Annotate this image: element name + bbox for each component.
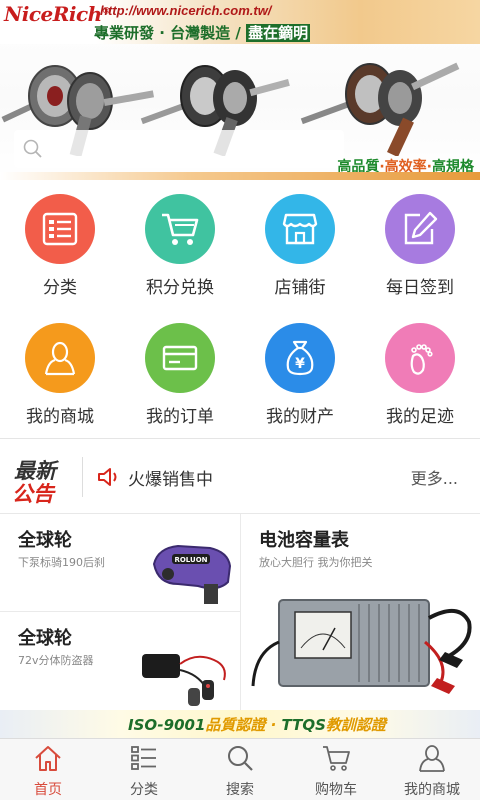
banner-slogan: 專業研發 · 台灣製造 / 盡在鏑明 [94,24,311,42]
tab-category[interactable]: 分类 [96,739,192,800]
feature-grid: 分类 积分兑换 店铺街 每日签到 我的商城 我的订单 ¥ 我的财产 我的足迹 [0,180,480,438]
brake-caliper-image: ROLUON [152,544,232,604]
certification-banner[interactable]: ISO-9001品質認證 · TTQS教訓認證 [0,710,480,738]
money-bag-icon: ¥ [286,340,314,376]
product-title: 全球轮 [18,530,72,551]
anti-theft-device-image [142,654,226,706]
bottom-tab-bar: 首页 分类 搜索 购物车 我的商城 [0,738,480,800]
tab-label: 搜索 [226,782,254,798]
shop-icon [282,213,318,245]
grid-item-my-mall[interactable]: 我的商城 [0,309,120,438]
grid-label: 每日签到 [386,278,454,298]
promo-banner[interactable]: NiceRich® http://www.nicerich.com.tw/ 專業… [0,0,480,180]
grid-item-points-exchange[interactable]: 积分兑换 [120,180,240,309]
grid-icon-bg [25,323,95,393]
grid-label: 我的财产 [266,407,334,427]
tab-cart[interactable]: 购物车 [288,739,384,800]
grid-item-my-orders[interactable]: 我的订单 [120,309,240,438]
product-card[interactable]: 全球轮 72v分体防盗器 [0,612,240,710]
grid-label: 我的订单 [146,407,214,427]
svg-text:¥: ¥ [295,356,305,372]
product-section: 全球轮 下泵标骑190后刹 ROLUON 全球轮 72v分体防盗器 电池容量表 … [0,514,480,710]
grid-label: 我的商城 [26,407,94,427]
grid-icon-bg [145,323,215,393]
tab-label: 分类 [130,782,158,798]
grid-icon-bg [25,194,95,264]
cart-icon [323,746,350,771]
product-subtitle: 72v分体防盗器 [18,654,94,667]
grid-icon-bg [385,194,455,264]
grid-icon-bg [145,194,215,264]
card-divider [0,611,240,612]
product-subtitle: 放心大胆行 我为你把关 [259,556,373,569]
grid-item-daily-checkin[interactable]: 每日签到 [360,180,480,309]
grid-label: 店铺街 [274,278,326,298]
tab-my-mall[interactable]: 我的商城 [384,739,480,800]
grid-icon-bg [265,194,335,264]
banner-stripe [0,172,480,180]
home-icon [35,746,61,771]
search-icon [23,139,42,158]
user-icon [419,745,445,772]
list-icon [42,212,78,246]
latest-notice-logo: 最新 公告 [12,459,56,506]
notice-text[interactable]: 火爆销售中 [128,465,213,490]
tab-home[interactable]: 首页 [0,739,96,800]
search-icon [228,746,253,771]
product-card[interactable]: 电池容量表 放心大胆行 我为你把关 [241,514,480,710]
grid-item-shop-street[interactable]: 店铺街 [240,180,360,309]
product-card[interactable]: 全球轮 下泵标骑190后刹 ROLUON [0,514,240,611]
app-screen: NiceRich® http://www.nicerich.com.tw/ 專業… [0,0,480,800]
notice-divider [82,457,83,497]
battery-tester-image [251,599,472,694]
speaker-icon [98,468,117,486]
user-icon [44,341,76,376]
card-icon [162,345,198,371]
certification-text: ISO-9001品質認證 · TTQS教訓認證 [128,716,386,734]
tab-label: 首页 [34,782,62,798]
grid-icon-bg: ¥ [265,323,335,393]
more-link[interactable]: 更多... [411,465,458,489]
grid-item-category[interactable]: 分类 [0,180,120,309]
grid-label: 我的足迹 [386,407,454,427]
footprint-icon [410,344,433,375]
tab-label: 购物车 [315,782,357,798]
list-icon [131,746,156,770]
product-subtitle: 下泵标骑190后刹 [18,556,105,569]
edit-icon [404,211,438,245]
grid-icon-bg [385,323,455,393]
grid-label: 分类 [43,278,77,298]
search-input[interactable] [14,130,344,168]
notice-bar[interactable]: 最新 公告 火爆销售中 更多... [0,438,480,514]
cart-icon [162,213,199,245]
banner-url: http://www.nicerich.com.tw/ [100,3,272,18]
grid-item-my-footprint[interactable]: 我的足迹 [360,309,480,438]
product-title: 电池容量表 [259,530,349,551]
grid-item-my-assets[interactable]: ¥ 我的财产 [240,309,360,438]
svg-text:ROLUON: ROLUON [174,556,207,564]
tab-search[interactable]: 搜索 [192,739,288,800]
grid-label: 积分兑换 [146,278,214,298]
tab-label: 我的商城 [404,782,460,798]
product-title: 全球轮 [18,628,72,649]
